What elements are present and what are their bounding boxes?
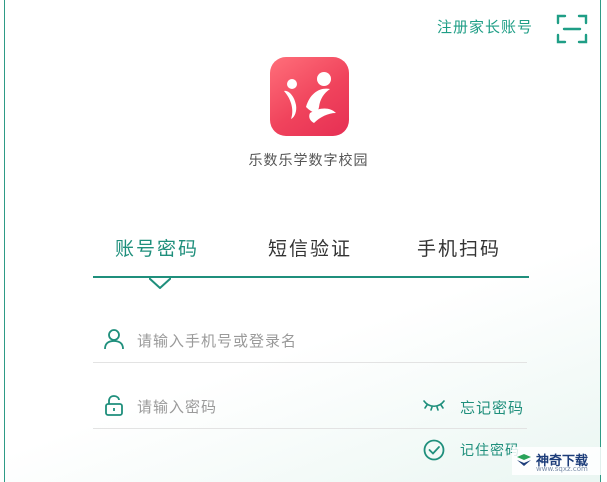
username-field[interactable]: 请输入手机号或登录名 [93, 318, 527, 363]
check-circle-icon [423, 439, 445, 461]
active-tab-caret [149, 277, 171, 289]
tab-account-password[interactable]: 账号密码 [115, 234, 199, 261]
site-watermark: 神奇下载 www.sqxz.com [512, 447, 602, 475]
scan-frame-icon[interactable] [555, 12, 589, 46]
login-window: 注册家长账号 乐数乐学数字校园 账号密码 短信验证 手机扫码 请输入手机号或登录… [4, 0, 601, 482]
password-placeholder: 请输入密码 [137, 398, 218, 416]
watermark-logo-icon [517, 454, 531, 466]
watermark-url: www.sqxz.com [536, 465, 588, 473]
register-parent-account-link[interactable]: 注册家长账号 [437, 16, 533, 37]
user-icon [104, 329, 124, 350]
login-method-tabs: 账号密码 短信验证 手机扫码 [93, 234, 529, 289]
app-name: 乐数乐学数字校园 [248, 153, 369, 169]
tab-sms-verify[interactable]: 短信验证 [268, 234, 352, 261]
eye-closed-icon[interactable] [423, 398, 445, 412]
lock-icon [105, 395, 123, 416]
app-logo [270, 57, 349, 136]
remember-password-label: 记住密码 [460, 443, 520, 459]
username-placeholder: 请输入手机号或登录名 [137, 332, 298, 350]
tab-qr-scan[interactable]: 手机扫码 [417, 234, 501, 261]
forgot-password-link[interactable]: 忘记密码 [460, 397, 524, 418]
